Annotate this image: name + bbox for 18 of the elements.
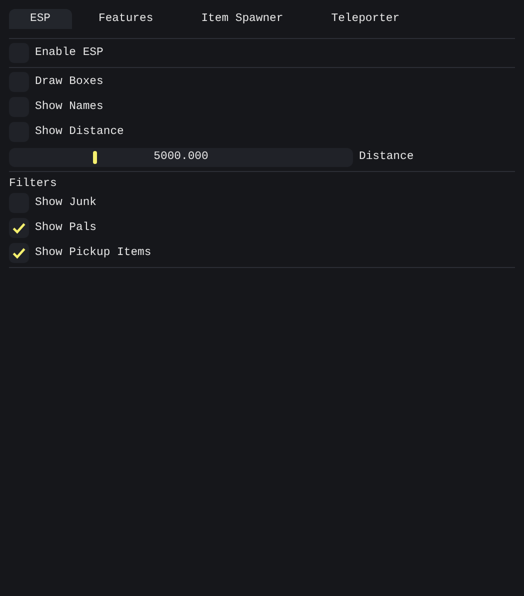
checkbox-label: Show Pals [35,222,97,234]
checkbox[interactable] [9,218,29,238]
section-heading: Filters [9,177,58,191]
tab[interactable]: Features [78,9,174,29]
checkbox-label: Show Distance [35,126,124,138]
tab[interactable]: Teleporter [310,9,421,29]
slider-thumb[interactable] [93,150,97,164]
checkbox[interactable] [9,243,29,263]
tab[interactable]: Item Spawner [180,9,304,29]
slider-value: 5000.000 [154,151,208,163]
checkbox-label: Show Names [35,101,104,113]
checkbox-label: Show Pickup Items [35,247,152,259]
tab[interactable]: ESP [9,9,72,29]
checkbox-label: Show Junk [35,197,97,209]
checkbox-label: Enable ESP [35,47,104,59]
checkbox-label: Draw Boxes [35,76,104,88]
slider[interactable]: 5000.000 [9,148,353,166]
slider-label: Distance [359,151,414,163]
